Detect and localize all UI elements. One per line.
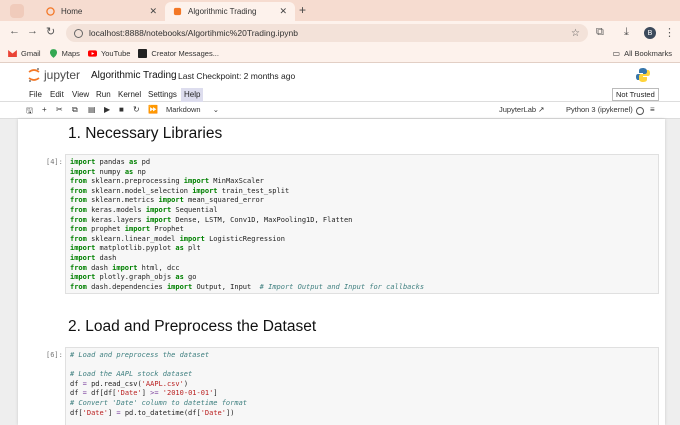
youtube-icon — [87, 49, 97, 58]
site-info-icon[interactable] — [74, 28, 83, 38]
jupyter-logo[interactable]: jupyter — [28, 67, 80, 83]
bookmark-creator-messages[interactable]: Creator Messages... — [138, 49, 219, 58]
heading-load-preprocess: 2. Load and Preprocess the Dataset — [68, 318, 317, 335]
maps-icon — [49, 49, 58, 58]
bookmark-maps[interactable]: Maps — [49, 49, 80, 58]
gmail-icon — [8, 49, 17, 58]
bookmark-label: Creator Messages... — [151, 49, 219, 58]
copy-icon[interactable]: ⧉ — [72, 105, 78, 115]
heading-necessary-libraries: 1. Necessary Libraries — [68, 125, 223, 142]
jupyter-logo-text: jupyter — [44, 68, 81, 82]
home-tab-icon — [46, 7, 55, 16]
address-bar[interactable]: localhost:8888/notebooks/Algortihmic%20T… — [66, 24, 588, 42]
bookmark-youtube[interactable]: YouTube — [87, 49, 131, 58]
bookmark-star-icon[interactable]: ☆ — [571, 28, 580, 39]
notebook-toolbar: 🖫 + ✂ ⧉ ▤ ▶ ■ ↻ ⏩ Markdown ⌄ JupyterLab … — [0, 102, 680, 119]
menu-help[interactable]: Help — [181, 88, 204, 102]
tab-search-icon[interactable] — [10, 4, 24, 18]
browser-tab-notebook[interactable]: Algorithmic Trading ✕ — [165, 2, 295, 21]
menu-view[interactable]: View — [72, 90, 89, 99]
cell-type-value: Markdown — [166, 105, 201, 114]
menu-edit[interactable]: Edit — [50, 90, 64, 99]
jupyter-menubar: File Edit View Run Kernel Settings Help … — [0, 88, 680, 102]
folder-icon: ▭ — [612, 49, 621, 58]
external-link-icon: ↗ — [538, 105, 545, 114]
code-cell-imports[interactable]: import pandas as pd import numpy as np f… — [65, 154, 659, 294]
python-logo-icon — [636, 68, 650, 82]
browser-tab-home[interactable]: Home ✕ — [38, 2, 165, 21]
menu-kernel[interactable]: Kernel — [118, 90, 141, 99]
bookmarks-bar: Gmail Maps YouTube Creator Messages... ▭… — [0, 45, 680, 63]
bookmark-label: Maps — [61, 49, 80, 58]
close-tab-icon[interactable]: ✕ — [279, 6, 287, 17]
cut-icon[interactable]: ✂ — [56, 105, 63, 114]
paste-icon[interactable]: ▤ — [88, 105, 96, 114]
notebook-name[interactable]: Algorithmic Trading — [91, 70, 177, 81]
cell-type-select[interactable]: Markdown ⌄ — [166, 105, 219, 114]
stop-icon[interactable]: ■ — [119, 105, 124, 114]
bookmark-label: Gmail — [21, 49, 41, 58]
jupyterlab-label: JupyterLab — [499, 105, 537, 114]
chevron-down-icon: ⌄ — [212, 105, 219, 114]
tab-title: Algorithmic Trading — [188, 7, 257, 16]
notebook-area: 1. Necessary Libraries [4]: import panda… — [18, 119, 665, 425]
back-icon[interactable]: ← — [9, 25, 20, 37]
run-icon[interactable]: ▶ — [104, 105, 110, 114]
bookmark-label: YouTube — [100, 49, 131, 58]
restart-run-all-icon[interactable]: ⏩ — [148, 105, 158, 114]
menu-file[interactable]: File — [29, 90, 42, 99]
tab-title: Home — [61, 7, 83, 16]
profile-avatar[interactable]: B — [644, 27, 656, 39]
restart-icon[interactable]: ↻ — [133, 105, 140, 114]
menu-settings[interactable]: Settings — [148, 90, 177, 99]
extensions-icon[interactable]: ⧉ — [596, 26, 604, 39]
close-tab-icon[interactable]: ✕ — [149, 6, 157, 17]
kernel-name[interactable]: Python 3 (ipykernel) — [566, 105, 633, 114]
browser-toolbar: ← → ↻ localhost:8888/notebooks/Algortihm… — [0, 21, 680, 45]
new-tab-icon[interactable]: + — [299, 3, 306, 17]
all-bookmarks-label: All Bookmarks — [624, 49, 672, 58]
menu-run[interactable]: Run — [96, 90, 111, 99]
cell-prompt: [6]: — [46, 351, 63, 359]
notebook-scrollbar[interactable] — [672, 119, 678, 425]
url-text: localhost:8888/notebooks/Algortihmic%20T… — [89, 28, 299, 38]
checkpoint-status: Last Checkpoint: 2 months ago — [178, 71, 296, 81]
kernel-status-icon — [636, 107, 644, 115]
save-icon[interactable]: 🖫 — [26, 105, 33, 119]
insert-cell-icon[interactable]: + — [42, 105, 47, 114]
creator-icon — [138, 49, 148, 58]
download-icon[interactable]: ⤓ — [624, 26, 629, 39]
notebook-tab-icon — [173, 7, 182, 16]
browser-tab-strip: Home ✕ Algorithmic Trading ✕ + — [0, 0, 680, 21]
all-bookmarks[interactable]: ▭ All Bookmarks — [613, 49, 673, 58]
bookmark-gmail[interactable]: Gmail — [8, 49, 41, 58]
reload-icon[interactable]: ↻ — [46, 25, 55, 38]
toolbar-menu-icon[interactable]: ≡ — [650, 105, 655, 114]
jupyter-logo-icon — [28, 68, 40, 82]
cell-prompt: [4]: — [46, 158, 63, 166]
browser-menu-icon[interactable]: ⋮ — [664, 26, 675, 39]
trust-status-button[interactable]: Not Trusted — [612, 88, 659, 101]
code-cell-load-data[interactable]: # Load and preprocess the dataset # Load… — [65, 347, 659, 425]
forward-icon[interactable]: → — [27, 25, 38, 37]
jupyterlab-link[interactable]: JupyterLab ↗ — [499, 105, 545, 114]
jupyter-header: jupyter Algorithmic Trading Last Checkpo… — [0, 63, 680, 88]
